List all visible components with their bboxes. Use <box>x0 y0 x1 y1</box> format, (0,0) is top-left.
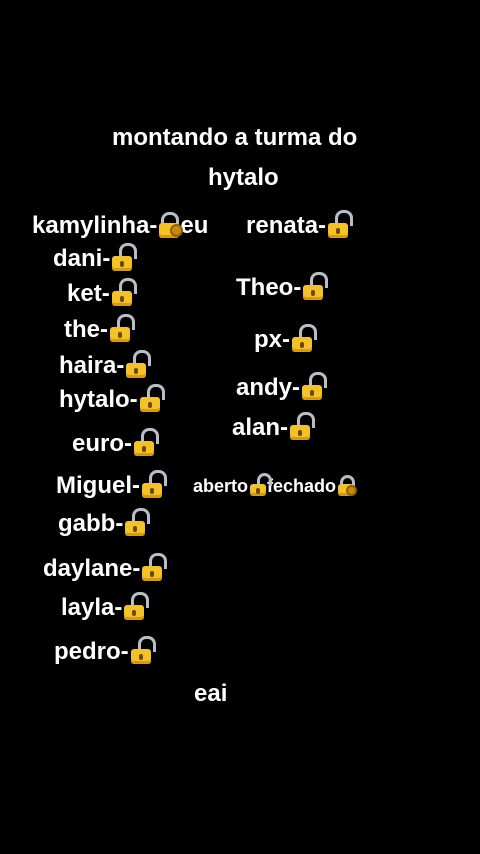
open-lock-icon <box>125 350 152 378</box>
locked-with-key-icon <box>337 475 358 496</box>
open-lock-icon <box>139 384 165 412</box>
open-lock-icon <box>123 592 150 620</box>
name-hytalo: hytalo- <box>59 384 165 414</box>
name-layla: layla- <box>61 592 150 622</box>
name-label: Theo- <box>236 274 302 301</box>
open-label: aberto <box>193 476 249 496</box>
name-label: ket- <box>67 280 110 307</box>
name-the: the- <box>64 314 135 344</box>
open-lock-icon <box>109 314 135 342</box>
name-label: andy- <box>236 374 301 401</box>
name-euro: euro- <box>72 428 159 458</box>
name-label: daylane- <box>43 555 141 582</box>
name-label: layla- <box>61 594 123 621</box>
name-label: alan- <box>232 414 289 441</box>
name-haira: haira- <box>59 350 152 380</box>
name-kamylinha: kamylinha-eu <box>32 212 208 240</box>
name-label: Miguel- <box>56 472 140 499</box>
eu-label: eu <box>180 212 209 239</box>
locked-with-key-icon <box>158 212 184 238</box>
open-lock-icon <box>302 272 329 300</box>
name-daylane: daylane- <box>43 553 168 583</box>
open-lock-icon <box>301 372 328 400</box>
open-lock-icon <box>111 243 138 271</box>
open-lock-icon <box>133 428 159 456</box>
lock-legend: aberto fechado <box>193 472 358 500</box>
open-lock-icon <box>141 470 167 498</box>
name-label: kamylinha- <box>32 212 158 239</box>
name-label: haira- <box>59 352 125 379</box>
name-px: px- <box>254 324 317 354</box>
name-miguel: Miguel- <box>56 470 167 500</box>
title-line-2: hytalo <box>208 164 279 191</box>
name-label: euro- <box>72 430 132 457</box>
name-label: pedro- <box>54 638 129 665</box>
name-ket: ket- <box>67 278 137 308</box>
closed-label: fechado <box>267 476 337 496</box>
open-lock-icon <box>289 412 316 440</box>
name-label: px- <box>254 326 290 353</box>
name-label: the- <box>64 316 108 343</box>
name-renata: renata- <box>246 210 354 240</box>
open-lock-icon <box>327 210 354 238</box>
name-alan: alan- <box>232 412 316 442</box>
name-theo: Theo- <box>236 272 329 302</box>
name-andy: andy- <box>236 372 328 402</box>
open-lock-icon <box>291 324 317 352</box>
open-lock-icon <box>111 278 137 306</box>
name-label: renata- <box>246 212 327 239</box>
open-lock-icon <box>141 553 168 581</box>
footer-text: eai <box>194 680 228 707</box>
name-dani: dani- <box>53 243 138 273</box>
open-lock-icon <box>124 508 151 536</box>
name-label: dani- <box>53 245 111 272</box>
open-lock-icon <box>249 473 273 496</box>
name-pedro: pedro- <box>54 636 156 666</box>
open-lock-icon <box>130 636 156 664</box>
name-label: gabb- <box>58 510 124 537</box>
name-label: hytalo- <box>59 386 138 413</box>
title-line-1: montando a turma do <box>112 124 358 151</box>
name-gabb: gabb- <box>58 508 151 538</box>
